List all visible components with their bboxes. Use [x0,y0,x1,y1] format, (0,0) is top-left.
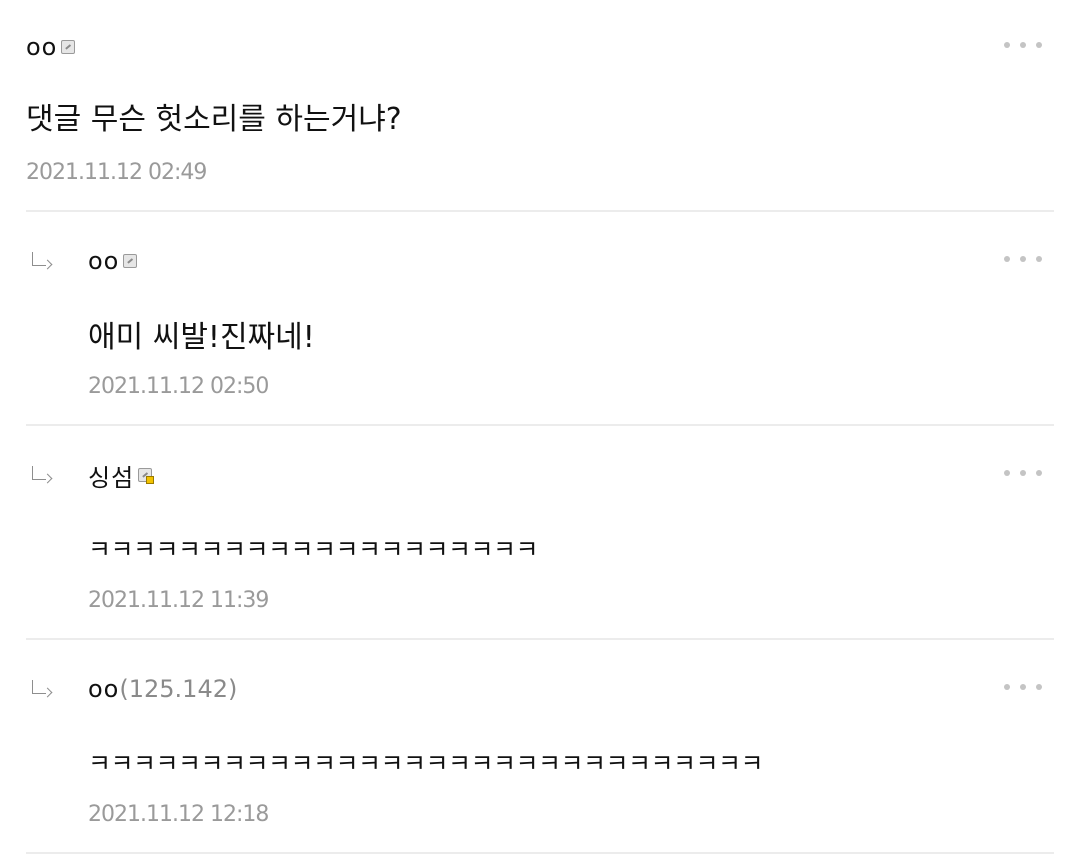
comment-author[interactable]: oo [88,246,138,276]
author-ip: (125.142) [119,675,238,703]
comment-text: 애미 씨발!진짜네! [88,320,315,355]
more-options-icon[interactable] [1004,684,1042,690]
comment-author[interactable]: 싱섬 [88,458,155,493]
comment-date: 2021.11.12 02:49 [26,160,207,185]
comment-thread: oo 댓글 무슨 헛소리를 하는거냐? 2021.11.12 02:49 oo … [0,0,1080,859]
comment-date: 2021.11.12 12:18 [88,802,269,827]
fixed-member-badge-icon [123,254,138,268]
author-nickname[interactable]: oo [26,33,57,61]
reply-arrow-icon [32,466,53,484]
divider [26,424,1054,426]
comment-date: 2021.11.12 11:39 [88,588,269,613]
author-nickname[interactable]: oo [88,247,119,275]
more-options-icon[interactable] [1004,42,1042,48]
author-nickname[interactable]: oo [88,675,119,703]
reply-arrow-icon [32,680,53,698]
comment: oo 댓글 무슨 헛소리를 하는거냐? 2021.11.12 02:49 [26,32,1054,192]
half-member-badge-icon [138,468,155,484]
more-options-icon[interactable] [1004,470,1042,476]
reply-comment: oo (125.142) ㅋㅋㅋㅋㅋㅋㅋㅋㅋㅋㅋㅋㅋㅋㅋㅋㅋㅋㅋㅋㅋㅋㅋㅋㅋㅋㅋ… [88,674,1054,834]
fixed-member-badge-icon [61,40,76,54]
reply-arrow-icon [32,252,53,270]
reply-comment: 싱섬 ㅋㅋㅋㅋㅋㅋㅋㅋㅋㅋㅋㅋㅋㅋㅋㅋㅋㅋㅋㅋ 2021.11.12 11:39 [88,460,1054,620]
comment-text: ㅋㅋㅋㅋㅋㅋㅋㅋㅋㅋㅋㅋㅋㅋㅋㅋㅋㅋㅋㅋ [88,535,539,564]
comment-date: 2021.11.12 02:50 [88,374,269,399]
comment-author[interactable]: oo [26,32,76,62]
more-options-icon[interactable] [1004,256,1042,262]
divider [26,852,1054,854]
comment-text: 댓글 무슨 헛소리를 하는거냐? [26,102,402,137]
comment-author[interactable]: oo (125.142) [88,674,237,704]
divider [26,638,1054,640]
author-nickname[interactable]: 싱섬 [88,458,134,493]
reply-comment: oo 애미 씨발!진짜네! 2021.11.12 02:50 [88,246,1054,406]
comment-text: ㅋㅋㅋㅋㅋㅋㅋㅋㅋㅋㅋㅋㅋㅋㅋㅋㅋㅋㅋㅋㅋㅋㅋㅋㅋㅋㅋㅋㅋㅋ [88,749,764,778]
divider [26,210,1054,212]
